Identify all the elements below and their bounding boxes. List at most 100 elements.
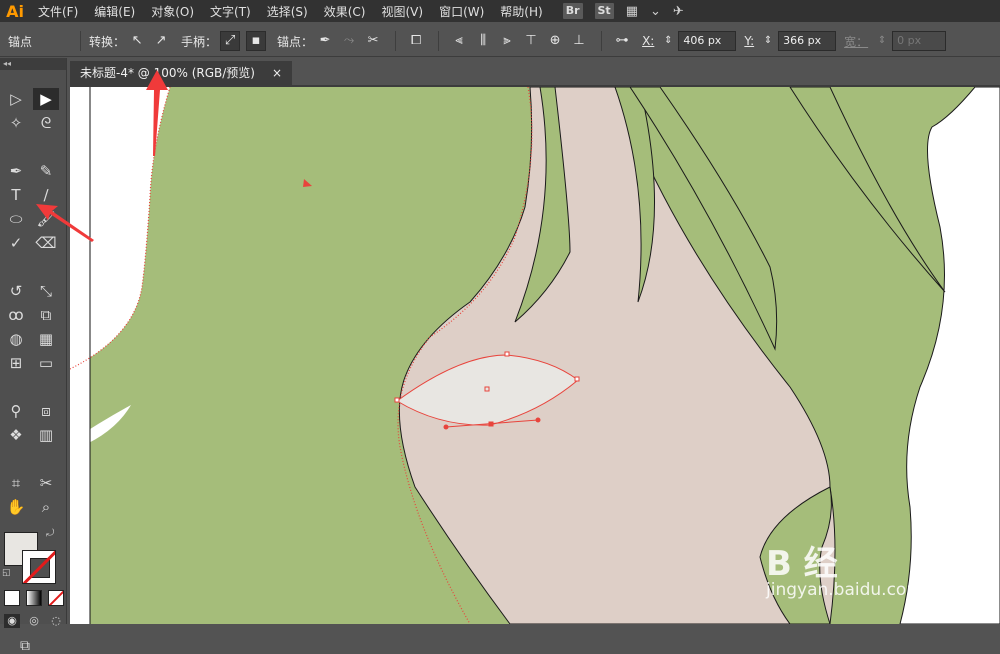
- column-graph-tool-icon[interactable]: ▥: [33, 424, 59, 446]
- draw-inside-icon[interactable]: ◌: [48, 614, 64, 628]
- draw-normal-icon[interactable]: ◉: [4, 614, 20, 628]
- zoom-tool-icon[interactable]: ⌕: [33, 496, 59, 518]
- convert-label: 转换：: [89, 34, 126, 49]
- perspective-grid-tool-icon[interactable]: ▦: [33, 328, 59, 350]
- cursor-marker: [303, 179, 312, 187]
- direct-selection-tool-icon[interactable]: ▶: [33, 88, 59, 110]
- blend-tool-icon[interactable]: ⧈: [33, 400, 59, 422]
- annotation-arrow-up-icon: [146, 70, 168, 156]
- menu-window[interactable]: 窗口(W): [431, 3, 492, 20]
- tool-separator: [3, 448, 63, 454]
- curvature-tool-icon[interactable]: ✎: [33, 160, 59, 182]
- lasso-tool-icon[interactable]: ᘓ: [33, 112, 59, 134]
- align-left-icon[interactable]: ⫷: [450, 32, 468, 50]
- hide-handles-icon[interactable]: ▪: [246, 31, 267, 51]
- anchor-point[interactable]: [574, 376, 580, 382]
- y-input[interactable]: 366 px: [778, 31, 837, 51]
- swap-fill-stroke-icon[interactable]: ⤾: [46, 528, 54, 539]
- divider: [438, 31, 440, 51]
- watermark-url: jingyan.baidu.com: [766, 580, 923, 600]
- slice-tool-icon[interactable]: ✂: [33, 472, 59, 494]
- convert-to-corner-icon[interactable]: ↖: [128, 32, 146, 50]
- pen-tool-icon[interactable]: ✒: [3, 160, 29, 182]
- gpu-icon[interactable]: ✈: [673, 4, 684, 19]
- shape-builder-tool-icon[interactable]: ◍: [3, 328, 29, 350]
- anchor-point[interactable]: [504, 351, 510, 357]
- selection-tool-icon[interactable]: ▷: [3, 88, 29, 110]
- remove-anchor-icon[interactable]: ✒: [316, 32, 334, 50]
- align-vcenter-icon[interactable]: ⊕: [546, 32, 564, 50]
- shaper-tool-icon[interactable]: ✓: [3, 232, 29, 254]
- tool-separator: [3, 136, 63, 142]
- chevron-down-icon[interactable]: ⌄: [650, 4, 661, 19]
- hand-tool-icon[interactable]: ✋: [3, 496, 29, 518]
- artboard-tool-icon[interactable]: ⌗: [3, 472, 29, 494]
- y-label: Y:: [744, 34, 755, 48]
- control-bar: 锚点 转换： ↖ ↗ 手柄： ⤢ ▪ 锚点： ✒ ⤳ ✂ ⧠ ⫷ ⫼ ⫸ ⊤ ⊕…: [0, 26, 1000, 57]
- watermark-logo: B 经: [766, 544, 838, 584]
- document-tab[interactable]: 未标题-4* @ 100% (RGB/预览) ×: [70, 61, 292, 85]
- fill-stroke-swatches: ⤾ ◱: [0, 526, 66, 586]
- anchor-point[interactable]: [394, 397, 400, 403]
- default-colors-icon[interactable]: ◱: [2, 568, 11, 578]
- menu-effect[interactable]: 效果(C): [316, 3, 374, 20]
- screen-mode-icon[interactable]: ⧉: [20, 638, 66, 654]
- divider: [601, 31, 603, 51]
- bezier-handle-point[interactable]: [443, 424, 449, 430]
- annotation-arrow-left-icon: [36, 204, 94, 242]
- menu-object[interactable]: 对象(O): [143, 3, 202, 20]
- artboard-canvas[interactable]: [70, 87, 1000, 624]
- draw-behind-icon[interactable]: ◎: [26, 614, 42, 628]
- menu-bar: Ai 文件(F) 编辑(E) 对象(O) 文字(T) 选择(S) 效果(C) 视…: [0, 0, 1000, 22]
- rotate-tool-icon[interactable]: ↺: [3, 280, 29, 302]
- y-stepper-icon[interactable]: ⇕: [759, 32, 777, 50]
- x-label: X:: [642, 34, 655, 48]
- close-tab-icon[interactable]: ×: [272, 61, 282, 85]
- selected-anchor-point[interactable]: [488, 421, 494, 427]
- gradient-tool-icon[interactable]: ▭: [33, 352, 59, 374]
- x-input[interactable]: 406 px: [678, 31, 737, 51]
- connect-anchors-icon[interactable]: ⤳: [340, 32, 358, 50]
- menu-view[interactable]: 视图(V): [373, 3, 431, 20]
- isolate-icon[interactable]: ⧠: [407, 32, 425, 50]
- align-hcenter-icon[interactable]: ⫼: [474, 32, 492, 50]
- magic-wand-tool-icon[interactable]: ✧: [3, 112, 29, 134]
- width-input[interactable]: 0 px: [892, 31, 947, 51]
- stock-button[interactable]: St: [594, 3, 614, 19]
- menu-select[interactable]: 选择(S): [259, 3, 316, 20]
- type-tool-icon[interactable]: T: [3, 184, 29, 206]
- convert-to-smooth-icon[interactable]: ↗: [152, 32, 170, 50]
- align-right-icon[interactable]: ⫸: [498, 32, 516, 50]
- show-handles-icon[interactable]: ⤢: [220, 31, 241, 51]
- symbol-sprayer-tool-icon[interactable]: ❖: [3, 424, 29, 446]
- color-mode-button[interactable]: [4, 590, 20, 606]
- menu-type[interactable]: 文字(T): [202, 3, 259, 20]
- x-stepper-icon[interactable]: ⇕: [659, 32, 677, 50]
- menu-edit[interactable]: 编辑(E): [86, 3, 143, 20]
- align-top-icon[interactable]: ⊤: [522, 32, 540, 50]
- eyedropper-tool-icon[interactable]: ⚲: [3, 400, 29, 422]
- cut-path-icon[interactable]: ✂: [364, 32, 382, 50]
- warp-tool-icon[interactable]: ꝏ: [3, 304, 29, 326]
- none-mode-button[interactable]: [48, 590, 64, 606]
- scale-tool-icon[interactable]: ⤡: [33, 280, 59, 302]
- bezier-handle-point[interactable]: [535, 417, 541, 423]
- tool-separator: [3, 256, 63, 262]
- tools-grid: ▷ ▶ ✧ ᘓ ✒ ✎ T ∕ ⬭ 🖌 ✓ ⌫ ↺ ⤡ ꝏ ⧉ ◍ ▦ ⊞ ▭ ⚲ ⧈ ❖ ▥ ⌗ ✂ ✋ ⌕: [0, 70, 66, 520]
- ellipse-tool-icon[interactable]: ⬭: [3, 208, 29, 230]
- reference-point-icon[interactable]: ⊶: [613, 32, 631, 50]
- tool-separator: [3, 376, 63, 382]
- artwork: [70, 87, 1000, 624]
- stroke-swatch[interactable]: [22, 550, 56, 584]
- workspace-grid-icon[interactable]: ▦: [626, 4, 638, 19]
- collapse-panel-icon[interactable]: ◂◂: [0, 58, 66, 70]
- menu-help[interactable]: 帮助(H): [492, 3, 550, 20]
- mesh-tool-icon[interactable]: ⊞: [3, 352, 29, 374]
- width-stepper-icon[interactable]: ⇕: [873, 32, 891, 50]
- align-bottom-icon[interactable]: ⊥: [570, 32, 588, 50]
- free-transform-tool-icon[interactable]: ⧉: [33, 304, 59, 326]
- gradient-mode-button[interactable]: [26, 590, 42, 606]
- menu-file[interactable]: 文件(F): [30, 3, 86, 20]
- white-region-right: [899, 87, 1000, 624]
- bridge-button[interactable]: Br: [562, 3, 583, 19]
